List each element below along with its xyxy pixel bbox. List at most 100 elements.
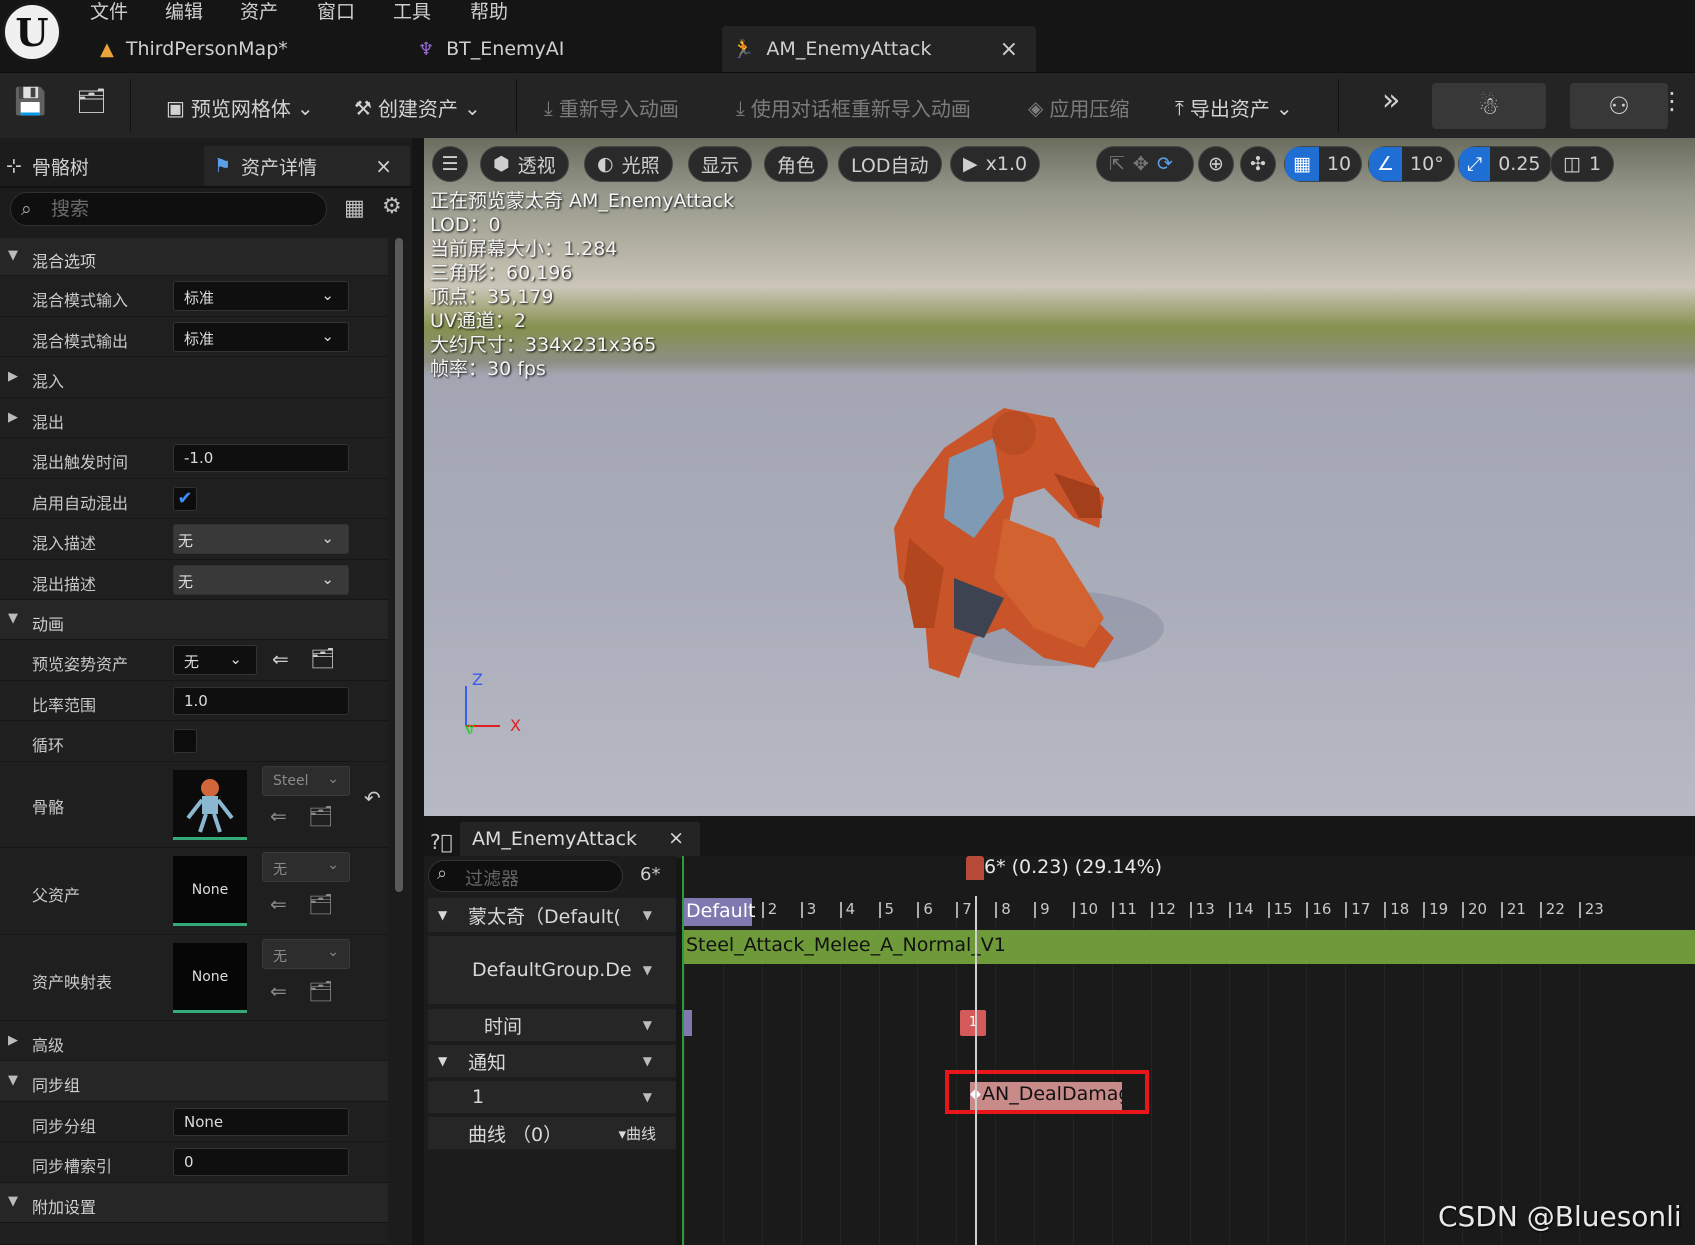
show-button[interactable]: 显示 (688, 146, 753, 182)
parent-asset-dropdown[interactable]: 无 ⌄ (262, 852, 350, 882)
browse-asset-icon[interactable]: 🗂 (308, 892, 333, 916)
row-blend-out[interactable]: ▶ 混出 (0, 398, 388, 438)
use-selected-icon[interactable]: ⇐ (270, 979, 287, 1003)
menu-asset[interactable]: 资产 (240, 0, 278, 24)
anim-segment[interactable]: Steel_Attack_Melee_A_Normal_V1 (682, 930, 1695, 964)
menu-edit[interactable]: 编辑 (165, 0, 203, 24)
auto-blend-out-checkbox[interactable]: ✔ (173, 487, 197, 511)
row-blend-in[interactable]: ▶ 混入 (0, 357, 388, 398)
create-asset-button[interactable]: ⚒ 创建资产 ⌄ (354, 93, 481, 122)
category-blend-options[interactable]: ▼ 混合选项 (0, 238, 388, 276)
grid-snap-button[interactable]: ▦ 10 (1284, 146, 1363, 182)
parent-asset-thumbnail[interactable]: None (173, 856, 247, 926)
close-tab-icon[interactable]: × (1000, 37, 1018, 62)
preview-viewport[interactable]: ☰ ⬢ 透视 ◐ 光照 显示 角色 LOD自动 ▶ x1.0 ⇱ ✥ ⟳ ⊕ ✣ ▦ 10 … (424, 138, 1695, 816)
loop-checkbox[interactable] (173, 729, 197, 753)
reimport-dialog-button[interactable]: ⤓ 使用对话框重新导入动画 (736, 93, 971, 122)
playhead-handle[interactable] (966, 856, 984, 880)
scale-snap-button[interactable]: ⤢ 0.25 (1458, 146, 1552, 182)
browse-asset-icon[interactable]: 🗂 (310, 646, 335, 670)
timing-marker[interactable]: 1 (960, 1010, 986, 1036)
menu-help[interactable]: 帮助 (470, 0, 508, 24)
details-search-input[interactable]: ⌕ 搜索 (10, 192, 327, 226)
filter-input[interactable]: ⌕ 过滤器 (428, 860, 623, 892)
skeleton-thumbnail[interactable] (173, 770, 247, 840)
use-selected-icon[interactable]: ⇐ (270, 804, 287, 828)
unreal-logo-icon[interactable]: U (2, 2, 62, 62)
export-asset-button[interactable]: ⤒ 导出资产 ⌄ (1175, 93, 1293, 122)
character-button[interactable]: 角色 (764, 146, 829, 182)
camera-icon: ◫ (1563, 153, 1581, 175)
use-selected-icon[interactable]: ⇐ (270, 892, 287, 916)
menu-window[interactable]: 窗口 (317, 0, 355, 24)
help-icon[interactable]: ?⃝ (430, 830, 453, 854)
rotation-snap-button[interactable]: ∠ 10° (1368, 146, 1455, 182)
transform-tools-group[interactable]: ⇱ ✥ ⟳ (1096, 146, 1194, 182)
blend-mode-out-dropdown[interactable]: 标准 ⌄ (173, 322, 349, 352)
save-icon[interactable]: 💾 (14, 87, 46, 117)
blend-in-profile-dropdown[interactable]: 无 ⌄ (173, 524, 349, 554)
surface-snap-button[interactable]: ✣ (1240, 146, 1276, 182)
curves-add-button[interactable]: ▾曲线 (618, 1123, 656, 1144)
reimport-button[interactable]: ⤓ 重新导入动画 (544, 93, 679, 122)
create-asset-label: 创建资产 (377, 97, 458, 121)
coord-space-button[interactable]: ⊕ (1198, 146, 1234, 182)
search-icon: ⌕ (21, 198, 32, 220)
close-panel-icon[interactable]: × (375, 154, 392, 178)
track-notifies[interactable]: ▼ 通知 ▼ (428, 1045, 676, 1077)
category-additional-settings[interactable]: ▼ 附加设置 (0, 1183, 388, 1223)
rate-scale-input[interactable]: 1.0 (173, 687, 349, 715)
track-curves[interactable]: 曲线 （0） ▾曲线 (428, 1117, 676, 1149)
skeleton-dropdown[interactable]: Steel ⌄ (262, 766, 350, 796)
category-animation[interactable]: ▼ 动画 (0, 600, 388, 640)
sync-group-name-input[interactable]: None (173, 1108, 349, 1136)
close-tab-icon[interactable]: × (668, 827, 684, 849)
anim-mode-button[interactable]: ⚇ (1570, 83, 1668, 129)
perspective-button[interactable]: ⬢ 透视 (480, 146, 569, 182)
menu-tools[interactable]: 工具 (393, 0, 431, 24)
tab-thirdpersonmap[interactable]: ▲ ThirdPersonMap* (100, 26, 400, 72)
row-advanced[interactable]: ▶ 高级 (0, 1021, 388, 1061)
camera-speed-button[interactable]: ◫ 1 (1550, 146, 1615, 182)
tab-am-enemyattack[interactable]: 🏃 AM_EnemyAttack × (722, 26, 1036, 72)
track-timing[interactable]: 时间 ▼ (428, 1009, 676, 1041)
browse-icon[interactable]: 🗂 (76, 87, 106, 115)
tab-montage[interactable]: AM_EnemyAttack × (460, 822, 700, 858)
tab-bt-enemyai[interactable]: ♆ BT_EnemyAI (418, 26, 708, 72)
blend-mode-in-dropdown[interactable]: 标准 ⌄ (173, 281, 349, 311)
kebab-menu-icon[interactable]: ⋮ (1660, 87, 1684, 115)
lod-button[interactable]: LOD自动 (838, 146, 942, 182)
chevron-down-icon: ⌄ (321, 286, 334, 304)
menu-file[interactable]: 文件 (90, 0, 128, 24)
gear-icon[interactable]: ⚙ (382, 194, 402, 219)
asset-mapping-dropdown[interactable]: 无 ⌄ (262, 939, 350, 969)
table-view-icon[interactable]: ▦ (344, 196, 365, 221)
use-selected-icon[interactable]: ⇐ (272, 647, 289, 671)
category-sync-group[interactable]: ▼ 同步组 (0, 1061, 388, 1102)
browse-asset-icon[interactable]: 🗂 (308, 979, 333, 1003)
preview-pose-dropdown[interactable]: 无 ⌄ (173, 645, 257, 675)
track-notify-1[interactable]: 1 ▼ (428, 1081, 676, 1113)
tab-skeleton-tree[interactable]: ⊹ 骨骼树 (0, 146, 200, 186)
more-overflow-icon[interactable]: » (1382, 83, 1400, 118)
preview-mesh-button[interactable]: ▣ 预览网格体 ⌄ (166, 93, 314, 122)
browse-asset-icon[interactable]: 🗂 (308, 804, 333, 828)
lighting-button[interactable]: ◐ 光照 (584, 146, 673, 182)
details-scrollbar[interactable] (395, 238, 403, 892)
skeleton-mode-button[interactable]: ☃ (1432, 83, 1546, 129)
viewport-menu-button[interactable]: ☰ (432, 146, 468, 182)
reset-arrow-icon[interactable]: ↶ (364, 786, 381, 810)
track-montage[interactable]: ▼ 蒙太奇（Default( ▼ (428, 898, 676, 932)
timeline-ruler[interactable]: 01234567891011121314151617181920212223 (682, 856, 1695, 1245)
playback-speed-button[interactable]: ▶ x1.0 (950, 146, 1041, 182)
track-default-group[interactable]: DefaultGroup.De ▼ (428, 936, 676, 1004)
asset-mapping-thumbnail[interactable]: None (173, 943, 247, 1013)
sync-slot-index-input[interactable]: 0 (173, 1148, 349, 1176)
tab-asset-details[interactable]: ⚑ 资产详情 × (204, 146, 410, 186)
blend-out-profile-dropdown[interactable]: 无 ⌄ (173, 565, 349, 595)
timeline-tracks[interactable]: 01234567891011121314151617181920212223 D… (682, 856, 1695, 1245)
blend-out-trigger-input[interactable]: -1.0 (173, 444, 349, 472)
apply-compression-button[interactable]: ◈ 应用压缩 (1028, 93, 1129, 122)
enemy-character-mesh[interactable] (854, 378, 1174, 698)
montage-section-default[interactable]: Default (682, 898, 755, 926)
